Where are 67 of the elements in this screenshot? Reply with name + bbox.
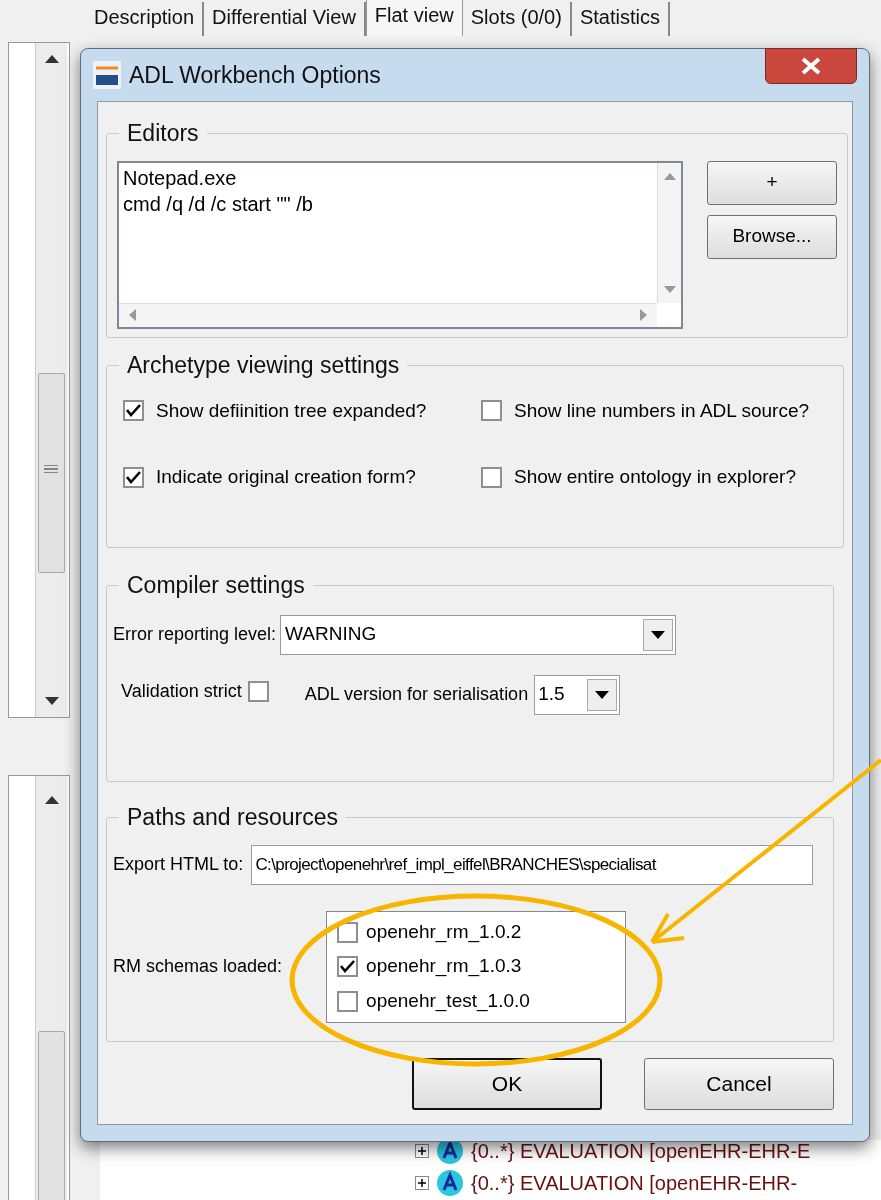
tab[interactable]: Statistics <box>571 2 670 36</box>
group-legend: Paths and resources <box>119 800 346 835</box>
checkbox[interactable] <box>481 466 502 488</box>
checkbox[interactable] <box>123 400 144 422</box>
editor-button[interactable]: Browse... <box>707 214 837 259</box>
checkbox-label: Indicate original creation form? <box>156 465 416 489</box>
tab[interactable]: Flat view <box>365 0 463 36</box>
scroll-left-icon[interactable] <box>129 308 136 321</box>
field-label: RM schemas loaded: <box>113 955 283 978</box>
expand-icon[interactable] <box>415 1176 429 1190</box>
scroll-up-icon[interactable] <box>45 55 59 63</box>
checkbox[interactable] <box>337 956 359 977</box>
tree-item[interactable]: {0..*} EVALUATION [openEHR-EHR-E <box>471 1139 811 1163</box>
checkbox-label: Show entire ontology in explorer? <box>514 465 796 489</box>
field-label: ADL version for serialisation <box>304 683 529 706</box>
tree-item[interactable]: {0..*} EVALUATION [openEHR-EHR- <box>471 1171 798 1195</box>
dialog-button[interactable]: OK <box>412 1058 602 1110</box>
expand-icon[interactable] <box>415 1144 429 1158</box>
caret-icon <box>651 630 666 639</box>
scroll-right-icon[interactable] <box>640 308 647 321</box>
text-line: Notepad.exe <box>123 165 237 191</box>
checkbox[interactable] <box>247 681 269 702</box>
dialog-button[interactable]: Cancel <box>644 1058 834 1110</box>
app-logo-icon <box>93 61 121 89</box>
close-icon <box>800 57 822 75</box>
scroll-down-icon[interactable] <box>45 697 59 705</box>
check-icon <box>126 404 141 418</box>
tab[interactable]: Description <box>86 2 205 36</box>
grip-icon <box>44 465 58 473</box>
list-item[interactable]: openehr_rm_1.0.3 <box>366 952 522 981</box>
input-field[interactable]: C:\project\openehr\ref_impl_eiffel\BRANCHES\specialisat <box>251 844 814 885</box>
checkbox[interactable] <box>337 990 359 1012</box>
dropdown-button[interactable] <box>587 678 618 711</box>
scrollbar[interactable] <box>35 776 67 1200</box>
scrollbar[interactable] <box>119 302 657 327</box>
scrollbar-thumb[interactable] <box>38 373 65 573</box>
list-item[interactable]: openehr_test_1.0.0 <box>366 986 530 1016</box>
editor-button[interactable]: + <box>707 160 837 205</box>
field-label: Export HTML to: <box>113 853 244 876</box>
text-area[interactable]: Notepad.exe cmd /q /d /c start "" /b <box>117 160 683 329</box>
group-legend: Archetype viewing settings <box>119 348 408 383</box>
dropdown[interactable]: 1.5 <box>534 674 621 715</box>
dropdown-value: WARNING <box>285 622 377 647</box>
tab[interactable]: Slots (0/0) <box>462 2 572 36</box>
field-label: Error reporting level: <box>113 623 277 646</box>
caret-icon <box>595 690 610 699</box>
checkbox[interactable] <box>123 466 144 488</box>
input-value: C:\project\openehr\ref_impl_eiffel\BRANCHES\specialisat <box>255 853 656 876</box>
check-icon <box>126 470 141 484</box>
dropdown-button[interactable] <box>643 618 674 651</box>
dropdown-value: 1.5 <box>538 682 565 707</box>
checkbox-label: Show line numbers in ADL source? <box>514 398 809 423</box>
scrollbar[interactable] <box>35 43 67 717</box>
checkbox-label: Validation strict <box>121 680 242 703</box>
text-line: cmd /q /d /c start "" /b <box>123 191 313 217</box>
group-legend: Compiler settings <box>119 568 313 603</box>
check-icon <box>340 960 356 973</box>
checkbox-label: Show defiinition tree expanded? <box>156 398 427 423</box>
scroll-up-icon[interactable] <box>45 796 59 804</box>
close-button[interactable] <box>765 48 857 84</box>
checkbox[interactable] <box>481 400 502 422</box>
archetype-icon <box>435 1168 465 1198</box>
list-item[interactable]: openehr_rm_1.0.2 <box>366 917 522 947</box>
dropdown[interactable]: WARNING <box>280 614 677 655</box>
window-title: ADL Workbench Options <box>129 60 381 90</box>
group-legend: Editors <box>119 116 207 151</box>
scrollbar-thumb[interactable] <box>38 1031 65 1200</box>
